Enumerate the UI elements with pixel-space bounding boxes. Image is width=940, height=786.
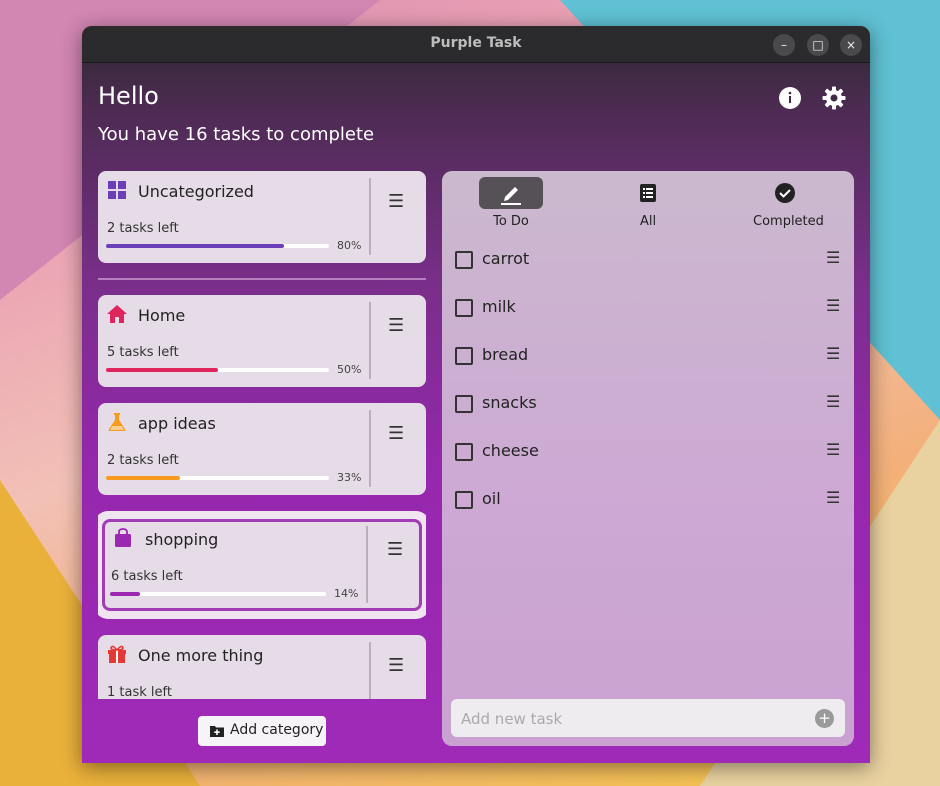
progress-percent: 80% [337,239,362,252]
new-task-input[interactable] [459,707,803,731]
tab-label: Completed [753,214,824,229]
app-window: Purple Task – □ × Hello You have 16 task… [82,26,870,763]
category-card-one-more-thing[interactable]: One more thing 1 task left ☰ [98,635,426,699]
home-icon [107,304,127,324]
tab-completed[interactable]: Completed [753,177,824,229]
list-icon [616,177,680,209]
tab-all[interactable]: All [616,177,680,229]
add-category-button[interactable]: Add category [198,716,326,746]
tab-label: To Do [493,214,529,229]
tasks-left: 1 task left [107,685,172,699]
category-name: shopping [145,530,219,549]
tab-todo[interactable]: To Do [479,177,543,229]
title-bar: Purple Task – □ × [82,26,870,63]
task-name: cheese [482,441,539,460]
card-separator [366,526,368,603]
window-title: Purple Task [430,35,522,51]
card-separator [369,642,371,699]
hamburger-menu-icon[interactable]: ☰ [826,440,840,459]
progress-fill [110,592,141,596]
hamburger-menu-icon[interactable]: ☰ [826,488,840,507]
hamburger-menu-icon[interactable]: ☰ [388,315,404,336]
category-name: Home [138,306,186,325]
task-item[interactable]: cheese ☰ [452,434,844,468]
task-item[interactable]: milk ☰ [452,290,844,324]
info-icon[interactable] [778,86,802,110]
task-checkbox[interactable] [455,347,473,365]
category-card-app-ideas[interactable]: app ideas 2 tasks left 33% ☰ [98,403,426,495]
progress-fill [106,476,180,480]
task-checkbox[interactable] [455,443,473,461]
add-category-label: Add category [230,722,324,738]
shopping-bag-icon [113,528,133,548]
hamburger-menu-icon[interactable]: ☰ [826,248,840,267]
close-button[interactable]: × [840,34,862,56]
hamburger-menu-icon[interactable]: ☰ [826,392,840,411]
card-separator [369,410,371,487]
category-divider [98,278,426,280]
tasks-left: 5 tasks left [107,345,179,360]
progress-percent: 14% [334,587,359,600]
hamburger-menu-icon[interactable]: ☰ [826,344,840,363]
task-name: oil [482,489,501,508]
progress-bar [106,244,329,248]
task-count-subtitle: You have 16 tasks to complete [98,124,375,145]
category-card-shopping[interactable]: shopping 6 tasks left 14% ☰ [102,519,422,611]
task-item[interactable]: snacks ☰ [452,386,844,420]
tasks-left: 2 tasks left [107,221,179,236]
task-item[interactable]: bread ☰ [452,338,844,372]
new-task-field: + [451,699,845,737]
maximize-button[interactable]: □ [807,34,829,56]
progress-fill [106,368,218,372]
category-name: One more thing [138,646,264,665]
progress-percent: 50% [337,363,362,376]
category-name: Uncategorized [138,182,254,201]
hamburger-menu-icon[interactable]: ☰ [388,191,404,212]
category-card-uncategorized[interactable]: Uncategorized 2 tasks left 80% ☰ [98,171,426,263]
tasks-left: 6 tasks left [111,569,183,584]
card-separator [369,302,371,379]
pencil-icon [479,177,543,209]
hamburger-menu-icon[interactable]: ☰ [387,539,403,560]
task-checkbox[interactable] [455,251,473,269]
progress-percent: 33% [337,471,362,484]
tasks-left: 2 tasks left [107,453,179,468]
progress-bar [106,476,329,480]
gear-icon[interactable] [822,86,846,110]
task-name: milk [482,297,516,316]
task-name: carrot [482,249,530,268]
folder-plus-icon [210,724,224,738]
progress-bar [106,368,329,372]
task-panel: To Do All Completed carrot ☰ milk ☰ brea [442,171,854,746]
category-name: app ideas [138,414,216,433]
minimize-button[interactable]: – [773,34,795,56]
category-list: Uncategorized 2 tasks left 80% ☰ Home 5 … [98,171,426,699]
category-card-home[interactable]: Home 5 tasks left 50% ☰ [98,295,426,387]
task-name: bread [482,345,529,364]
hamburger-menu-icon[interactable]: ☰ [388,655,404,676]
progress-bar [110,592,326,596]
task-checkbox[interactable] [455,491,473,509]
task-name: snacks [482,393,537,412]
task-checkbox[interactable] [455,299,473,317]
progress-fill [106,244,285,248]
task-checkbox[interactable] [455,395,473,413]
hamburger-menu-icon[interactable]: ☰ [388,423,404,444]
card-separator [369,178,371,255]
flask-icon [107,412,127,432]
plus-circle-icon[interactable]: + [815,709,834,728]
task-item[interactable]: oil ☰ [452,482,844,516]
gift-icon [107,644,127,664]
check-circle-icon [753,177,817,209]
task-item[interactable]: carrot ☰ [452,242,844,276]
grid-icon [107,180,127,200]
greeting: Hello [98,82,159,110]
hamburger-menu-icon[interactable]: ☰ [826,296,840,315]
tab-label: All [639,214,657,229]
